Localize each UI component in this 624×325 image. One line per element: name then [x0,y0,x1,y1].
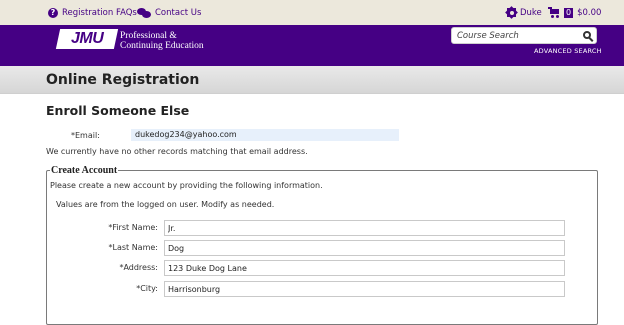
contact-us-label: Contact Us [155,7,202,18]
cart-link[interactable]: 0 $0.00 [548,0,601,25]
jmu-logo[interactable]: JMU [55,29,119,49]
email-label: *Email: [71,131,100,140]
registration-faqs-link[interactable]: ? Registration FAQs [48,0,137,25]
cart-count-badge: 0 [564,7,574,18]
advanced-search-link[interactable]: ADVANCED SEARCH [534,47,602,55]
first-name-field[interactable] [164,220,565,236]
create-account-instruction: Please create a new account by providing… [50,181,323,190]
email-value: dukedog234@yahoo.com [131,129,399,141]
city-field[interactable] [164,281,565,297]
first-name-label: *First Name: [108,223,158,232]
top-utility-bar: ? Registration FAQs Contact Us Duke 0 $0… [0,0,624,25]
site-header: JMU Professional & Continuing Education … [0,25,624,66]
user-name: Duke [520,7,542,18]
registration-faqs-label: Registration FAQs [62,7,137,18]
create-account-legend: Create Account [51,165,118,176]
address-label: *Address: [119,263,158,272]
gear-icon [505,6,518,19]
address-field[interactable] [164,260,565,276]
org-name-line2: Continuing Education [120,41,204,51]
no-records-note: We currently have no other records match… [46,147,308,156]
org-name: Professional & Continuing Education [120,31,204,51]
org-name-line1: Professional & [120,31,177,41]
last-name-field[interactable] [164,240,565,256]
shopping-cart-icon [548,7,561,18]
page-title: Online Registration [46,72,200,88]
city-label: *City: [136,284,158,293]
search-icon[interactable] [583,31,594,42]
contact-us-link[interactable]: Contact Us [137,0,201,25]
question-icon: ? [48,7,58,18]
chat-bubbles-icon [137,7,151,18]
prefill-note: Values are from the logged on user. Modi… [56,200,275,209]
course-search-input[interactable] [457,29,575,43]
page-title-band: Online Registration [0,66,624,94]
logo-text: JMU [70,30,104,47]
section-heading: Enroll Someone Else [46,103,190,118]
last-name-label: *Last Name: [108,243,158,252]
course-search-box [451,27,597,44]
user-account-link[interactable]: Duke [505,0,542,25]
cart-total: $0.00 [577,7,602,18]
